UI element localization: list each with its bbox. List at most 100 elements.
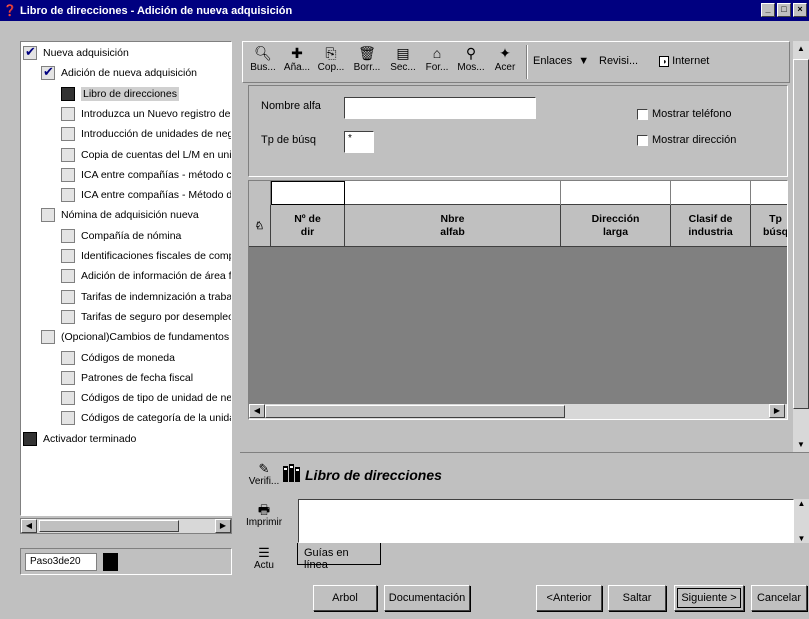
minimize-button[interactable]: _ [761, 3, 775, 17]
tp-busq-input[interactable]: * [344, 131, 374, 153]
scroll-thumb[interactable] [793, 59, 809, 409]
siguiente-button[interactable]: Siguiente > [674, 585, 744, 611]
tree-item-label: Códigos de tipo de unidad de negoc [81, 392, 232, 405]
col-header-tp[interactable]: Tp búsq [751, 205, 787, 247]
close-button[interactable]: × [793, 3, 807, 17]
col-header-line: Dirección [591, 213, 640, 225]
tree-item[interactable]: Activador terminado [23, 430, 136, 448]
verify-button[interactable]: ✎ Verifi... [244, 462, 284, 488]
filter-cell-nbre[interactable] [345, 181, 561, 205]
tab-guias-en-linea[interactable]: Guías en línea [297, 543, 381, 571]
tree-item-label: Introducción de unidades de negoc [81, 128, 232, 141]
tree-item[interactable]: ICA entre compañías - Método deta [61, 186, 231, 204]
guide-text-area[interactable] [298, 499, 794, 543]
links-menu[interactable]: Enlaces ▼ [533, 55, 589, 67]
grid-corner [249, 181, 271, 205]
arbol-button[interactable]: Arbol [313, 585, 377, 611]
filter-cell-tp[interactable] [751, 181, 787, 205]
filter-cell-clasif[interactable] [671, 181, 751, 205]
form-button[interactable]: ⌂ For... [419, 44, 455, 80]
col-header-line: dir [300, 226, 315, 238]
show-icon: ⚲ [465, 45, 477, 61]
copy-button[interactable]: ⎘ Cop... [313, 44, 349, 80]
tree-item[interactable]: Códigos de moneda [61, 349, 175, 367]
nombre-alfa-input[interactable] [344, 97, 536, 119]
update-button[interactable]: ☰ Actu [244, 546, 284, 572]
scroll-up-arrow-icon[interactable]: ▲ [794, 499, 809, 508]
tree-item[interactable]: Identificaciones fiscales de compañ [61, 247, 232, 265]
select-button[interactable]: ▤ Sec... [385, 44, 421, 80]
filter-cell-direccion[interactable] [561, 181, 671, 205]
tree-item[interactable]: Tarifas de seguro por desempleo [61, 308, 231, 326]
status-box-icon [61, 370, 75, 385]
mostrar-direccion-label: Mostrar dirección [652, 134, 737, 146]
col-header-dir[interactable]: Nº de dir [271, 205, 345, 247]
col-header-line: alfab [440, 226, 465, 238]
find-icon: 🔍︎ [254, 45, 272, 61]
query-icon[interactable]: ♘ [249, 205, 271, 247]
tree-item[interactable]: Nómina de adquisición nueva [41, 206, 199, 224]
show-button[interactable]: ⚲ Mos... [453, 44, 489, 80]
delete-button[interactable]: 🗑︎ Borr... [349, 44, 385, 80]
tree-item[interactable]: Compañía de nómina [61, 227, 181, 245]
scroll-left-arrow-icon[interactable]: ◀ [249, 404, 265, 418]
tree-item-label: Compañía de nómina [81, 229, 182, 242]
col-header-direccion[interactable]: Dirección larga [561, 205, 671, 247]
grid-horizontal-scrollbar[interactable]: ◀ ▶ [249, 403, 787, 419]
cancelar-button[interactable]: Cancelar [751, 585, 807, 611]
tree-item[interactable]: Introduzca un Nuevo registro de la [61, 105, 231, 123]
tree-item-label: Identificaciones fiscales de compañ [81, 250, 232, 262]
about-icon: ✦ [499, 45, 511, 61]
tree-item[interactable]: Copia de cuentas del L/M en unidad [61, 146, 231, 164]
scroll-up-arrow-icon[interactable]: ▲ [793, 41, 809, 57]
tree-item[interactable]: Adición de nueva adquisición [41, 64, 197, 82]
print-button[interactable]: 🖶 Imprimir [244, 503, 284, 529]
documentacion-button[interactable]: Documentación [384, 585, 470, 611]
col-header-line: Tp [769, 213, 782, 225]
step-progress: Paso3de20 [20, 548, 232, 575]
tree-horizontal-scrollbar[interactable]: ◀ ▶ [20, 518, 232, 534]
tree-item[interactable]: ICA entre compañías - método cent [61, 166, 232, 184]
col-header-line: Nº de [294, 213, 321, 225]
tree-item[interactable]: Nueva adquisición [23, 44, 129, 62]
tree-item[interactable]: Códigos de categoría de la unidad c [61, 409, 231, 427]
mostrar-telefono-checkbox[interactable]: Mostrar teléfono [637, 108, 731, 120]
col-header-clasif[interactable]: Clasif de industria [671, 205, 751, 247]
scroll-left-arrow-icon[interactable]: ◀ [21, 519, 37, 533]
filter-cell-dir[interactable] [271, 181, 345, 205]
tree-item[interactable]: Patrones de fecha fiscal [61, 369, 193, 387]
add-button[interactable]: ✚ Aña... [279, 44, 315, 80]
main-vertical-scrollbar[interactable]: ▲ ▼ [793, 41, 809, 453]
scroll-thumb[interactable] [39, 520, 179, 532]
find-button[interactable]: 🔍︎ Bus... [245, 44, 281, 80]
saltar-button[interactable]: Saltar [608, 585, 666, 611]
internet-link[interactable]: ◑ Internet [659, 55, 709, 67]
tree-item[interactable]: Adición de información de área fisc [61, 267, 231, 285]
mostrar-direccion-checkbox[interactable]: Mostrar dirección [637, 134, 736, 146]
delete-button-label: Borr... [353, 62, 381, 73]
step-label: Paso3de20 [25, 553, 97, 571]
status-box-icon [61, 249, 75, 263]
results-grid: ♘ Nº de dir Nbre alfab Dirección larga Clas… [248, 180, 788, 420]
tree-item[interactable]: Libro de direcciones [61, 85, 179, 103]
anterior-button[interactable]: <Anterior [536, 585, 602, 611]
about-button[interactable]: ✦ Acer [487, 44, 523, 80]
maximize-button[interactable]: □ [777, 3, 791, 17]
tree-item-label: Tarifas de indemnización a trabajac [81, 290, 232, 303]
copy-icon: ⎘ [325, 45, 337, 61]
tree-item[interactable]: Códigos de tipo de unidad de negoc [61, 389, 232, 407]
guide-scrollbar[interactable]: ▲ ▼ [794, 499, 809, 543]
tree-item-label: Códigos de categoría de la unidad c [81, 412, 231, 425]
tree-item[interactable]: (Opcional)Cambios de fundamentos [41, 328, 229, 346]
scroll-right-arrow-icon[interactable]: ▶ [769, 404, 785, 418]
tree-item-label: ICA entre compañías - método cent [81, 168, 232, 181]
scroll-down-arrow-icon[interactable]: ▼ [793, 437, 809, 453]
title-bar: ❓ Libro de direcciones - Adición de nuev… [0, 0, 809, 21]
tree-item[interactable]: Tarifas de indemnización a trabajac [61, 288, 232, 306]
col-header-nbre[interactable]: Nbre alfab [345, 205, 561, 247]
tree-item[interactable]: Introducción de unidades de negoc [61, 125, 232, 143]
scroll-thumb[interactable] [265, 405, 565, 418]
review-menu[interactable]: Revisi... [599, 55, 638, 67]
scroll-right-arrow-icon[interactable]: ▶ [215, 519, 231, 533]
scroll-down-arrow-icon[interactable]: ▼ [794, 534, 809, 543]
